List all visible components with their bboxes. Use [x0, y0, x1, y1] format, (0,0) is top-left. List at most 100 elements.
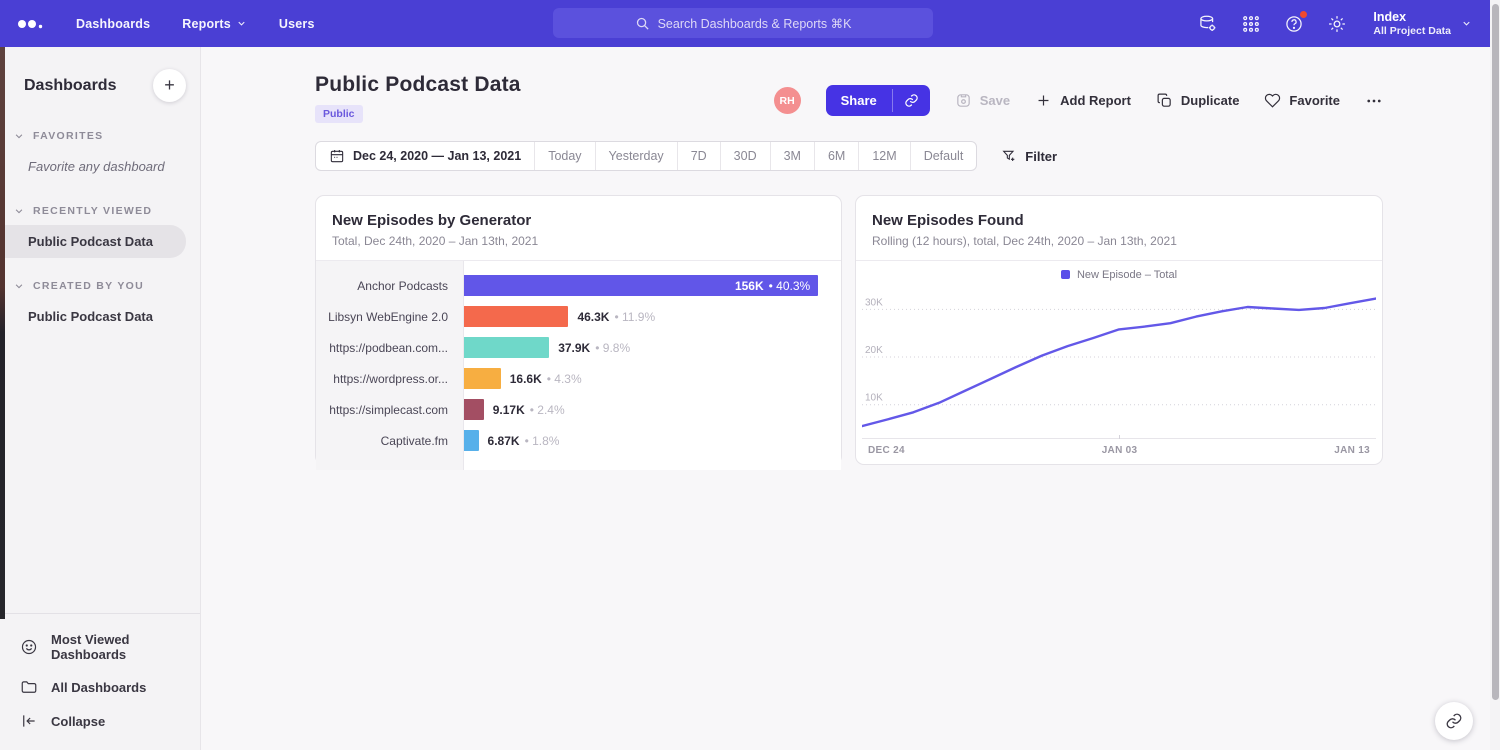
project-switcher[interactable]: Index All Project Data [1373, 10, 1472, 38]
bar-row: Anchor Podcasts156K• 40.3% [316, 270, 841, 301]
sidebar-section: CREATED BY YOU Public Podcast Data [0, 272, 200, 333]
floating-share-link-button[interactable] [1435, 702, 1473, 740]
legend-label: New Episode – Total [1077, 269, 1177, 281]
link-icon [1445, 712, 1463, 730]
sidebar-item[interactable]: Public Podcast Data [0, 225, 186, 258]
preset-3m[interactable]: 3M [771, 142, 815, 170]
bar-chart-subtitle: Total, Dec 24th, 2020 – Jan 13th, 2021 [332, 234, 825, 248]
footer-all-dashboards[interactable]: All Dashboards [0, 670, 200, 704]
save-icon [955, 92, 972, 109]
nav-item-dashboards[interactable]: Dashboards [64, 9, 162, 39]
link-icon [904, 93, 919, 108]
bar-category-label: Captivate.fm [316, 434, 463, 448]
header-actions: RH Share [774, 85, 1383, 116]
line-chart-card: New Episodes Found Rolling (12 hours), t… [855, 195, 1383, 465]
bar-row: https://wordpress.or...16.6K• 4.3% [316, 363, 841, 394]
share-link-button[interactable] [893, 85, 930, 116]
search-input[interactable]: Search Dashboards & Reports ⌘K [553, 8, 933, 38]
bar-row: Captivate.fm 6.87K• 1.8% [316, 425, 841, 456]
preset-30d[interactable]: 30D [721, 142, 771, 170]
preset-default[interactable]: Default [911, 142, 977, 170]
date-range-button[interactable]: Dec 24, 2020 — Jan 13, 2021 [316, 142, 535, 170]
date-range-control: Dec 24, 2020 — Jan 13, 2021 TodayYesterd… [315, 141, 977, 171]
folder-icon [20, 678, 38, 696]
section-label: FAVORITES [33, 130, 103, 142]
favorite-button[interactable]: Favorite [1264, 92, 1340, 109]
add-dashboard-button[interactable]: + [153, 69, 186, 102]
section-header[interactable]: FAVORITES [0, 122, 200, 150]
scrollbar-thumb[interactable] [1492, 4, 1499, 700]
bar-track: 6.87K• 1.8% [463, 430, 833, 451]
heart-icon [1264, 92, 1281, 109]
bar[interactable] [463, 430, 479, 451]
share-button-group: Share [826, 85, 930, 116]
main-nav: Dashboards Reports Users [64, 9, 327, 39]
preset-yesterday[interactable]: Yesterday [596, 142, 678, 170]
apps-grid-icon[interactable] [1240, 13, 1261, 34]
section-label: CREATED BY YOU [33, 280, 144, 292]
bar-row: Libsyn WebEngine 2.0 46.3K• 11.9% [316, 301, 841, 332]
x-tick-label: JAN 03 [1102, 445, 1138, 456]
help-icon[interactable] [1283, 13, 1304, 34]
bar-row: https://podbean.com...37.9K• 9.8% [316, 332, 841, 363]
y-tick-label: 20K [865, 345, 883, 356]
chevron-down-icon [236, 18, 247, 29]
page-title: Public Podcast Data [315, 73, 521, 97]
preset-today[interactable]: Today [535, 142, 595, 170]
bar-value-label: 6.87K• 1.8% [488, 430, 560, 451]
sidebar-item[interactable]: Favorite any dashboard [0, 150, 200, 183]
add-report-button[interactable]: Add Report [1035, 92, 1131, 109]
sidebar-item[interactable]: Public Podcast Data [0, 300, 200, 333]
bar[interactable] [463, 337, 549, 358]
app-window: Dashboards Reports Users Search Dashboards… [0, 0, 1500, 750]
section-header[interactable]: RECENTLY VIEWED [0, 197, 200, 225]
main-area: Public Podcast Data Public RH Share [201, 47, 1490, 750]
filter-button[interactable]: Filter [1001, 148, 1057, 164]
bar-chart-card: New Episodes by Generator Total, Dec 24t… [315, 195, 842, 465]
settings-gear-icon[interactable] [1326, 13, 1347, 34]
line-series[interactable] [862, 299, 1376, 427]
more-options-button[interactable] [1365, 92, 1383, 110]
bar-track: 9.17K• 2.4% [463, 399, 833, 420]
preset-6m[interactable]: 6M [815, 142, 859, 170]
footer-label: Collapse [51, 714, 105, 729]
sidebar-sections: FAVORITES Favorite any dashboard RECENTLY … [0, 122, 200, 333]
bar-value-label: 46.3K• 11.9% [577, 306, 655, 327]
duplicate-button[interactable]: Duplicate [1156, 92, 1240, 109]
line-chart-subtitle: Rolling (12 hours), total, Dec 24th, 202… [872, 234, 1366, 248]
bar-category-label: Libsyn WebEngine 2.0 [316, 310, 463, 324]
save-button[interactable]: Save [955, 92, 1010, 109]
bar-category-label: Anchor Podcasts [316, 279, 463, 293]
bar[interactable]: 156K• 40.3% [463, 275, 818, 296]
search-placeholder: Search Dashboards & Reports ⌘K [658, 16, 852, 31]
footer-most-viewed-dashboards[interactable]: Most Viewed Dashboards [0, 624, 200, 670]
visibility-badge: Public [315, 105, 363, 123]
filter-funnel-icon [1001, 148, 1017, 164]
search-icon [635, 16, 650, 31]
sidebar-section: RECENTLY VIEWEDPublic Podcast Data [0, 197, 200, 258]
line-chart: 10K20K30K [862, 288, 1376, 438]
data-sources-icon[interactable] [1197, 13, 1218, 34]
bar-track: 156K• 40.3% [463, 275, 833, 296]
avatar[interactable]: RH [774, 87, 801, 114]
collapse-icon [20, 712, 38, 730]
preset-12m[interactable]: 12M [859, 142, 910, 170]
footer-collapse[interactable]: Collapse [0, 704, 200, 738]
chevron-down-icon [14, 131, 24, 141]
nav-item-reports[interactable]: Reports [170, 9, 259, 39]
bar[interactable] [463, 306, 568, 327]
section-header[interactable]: CREATED BY YOU [0, 272, 200, 300]
chevron-down-icon [14, 281, 24, 291]
x-tick-label: DEC 24 [868, 445, 905, 456]
chevron-down-icon [1461, 18, 1472, 29]
share-button[interactable]: Share [826, 85, 892, 116]
page-heading: Public Podcast Data Public [315, 73, 521, 123]
bar[interactable] [463, 368, 501, 389]
page-scrollbar [1490, 0, 1500, 750]
footer-label: Most Viewed Dashboards [51, 632, 186, 662]
amplitude-logo-icon[interactable] [16, 16, 46, 32]
bar[interactable] [463, 399, 484, 420]
nav-item-users[interactable]: Users [267, 9, 327, 39]
bar-track: 37.9K• 9.8% [463, 337, 833, 358]
preset-7d[interactable]: 7D [678, 142, 721, 170]
